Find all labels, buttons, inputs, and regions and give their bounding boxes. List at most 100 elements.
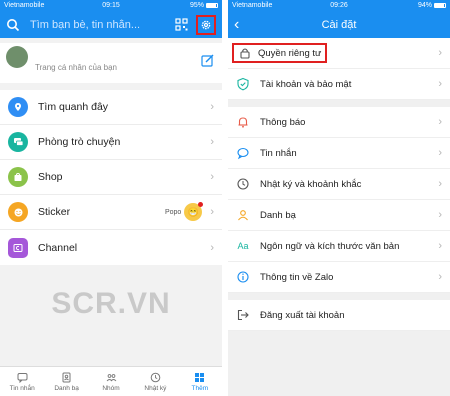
settings-item-timeline[interactable]: Nhật ký và khoảnh khắc › bbox=[228, 169, 450, 200]
tab-timeline[interactable]: Nhật ký bbox=[133, 367, 177, 396]
lock-icon bbox=[240, 48, 250, 59]
settings-group-account: Quyền riêng tư › Tài khoản và bảo mật › bbox=[228, 38, 450, 100]
tab-label: Tin nhắn bbox=[9, 384, 35, 392]
settings-item-logout[interactable]: Đăng xuất tài khoản bbox=[228, 300, 450, 331]
info-icon bbox=[237, 271, 249, 283]
more-menu-list: Tìm quanh đây › Phòng trò chuyện › Shop … bbox=[0, 90, 222, 265]
settings-item-label: Đăng xuất tài khoản bbox=[260, 309, 345, 321]
settings-item-label: Nhật ký và khoảnh khắc bbox=[260, 178, 362, 190]
page-title: Cài đặt bbox=[321, 18, 357, 31]
settings-item-privacy[interactable]: Quyền riêng tư › bbox=[228, 38, 450, 69]
settings-item-label: Thông tin về Zalo bbox=[260, 271, 334, 283]
grid-icon bbox=[195, 372, 205, 382]
gear-icon bbox=[201, 20, 211, 29]
menu-item-label: Shop bbox=[38, 171, 63, 183]
status-bar: Vietnamobile 09:15 95% bbox=[0, 0, 222, 11]
avatar[interactable] bbox=[6, 46, 28, 68]
settings-item-account-security[interactable]: Tài khoản và bảo mật › bbox=[228, 69, 450, 100]
watermark: SCR.VN bbox=[51, 287, 171, 320]
settings-item-notifications[interactable]: Thông báo › bbox=[228, 107, 450, 138]
tab-messages[interactable]: Tin nhắn bbox=[0, 367, 44, 396]
chevron-right-icon: › bbox=[438, 209, 442, 221]
menu-item-nearby[interactable]: Tìm quanh đây › bbox=[0, 90, 222, 125]
menu-item-label: Channel bbox=[38, 241, 78, 254]
chevron-right-icon: › bbox=[210, 171, 214, 183]
settings-item-label: Ngôn ngữ và kích thước văn bản bbox=[260, 240, 400, 252]
privacy-highlight-box[interactable]: Quyền riêng tư bbox=[232, 43, 328, 63]
menu-item-label: Tìm quanh đây bbox=[38, 101, 109, 113]
settings-group-logout: Đăng xuất tài khoản bbox=[228, 300, 450, 331]
chevron-right-icon: › bbox=[210, 206, 214, 218]
clock-icon bbox=[150, 372, 161, 382]
clock-time: 09:26 bbox=[330, 2, 348, 9]
chevron-right-icon: › bbox=[210, 136, 214, 148]
sticker-badge-label: Popo bbox=[164, 208, 182, 216]
chevron-right-icon: › bbox=[438, 78, 442, 90]
settings-item-label: Tin nhắn bbox=[260, 147, 297, 159]
search-icon[interactable] bbox=[6, 18, 20, 32]
tab-groups[interactable]: Nhóm bbox=[89, 367, 133, 396]
settings-item-about[interactable]: Thông tin về Zalo › bbox=[228, 262, 450, 293]
shield-icon bbox=[237, 77, 249, 91]
settings-item-label: Tài khoản và bảo mật bbox=[260, 78, 352, 90]
settings-item-contacts[interactable]: Danh bạ › bbox=[228, 200, 450, 231]
tab-label: Nhật ký bbox=[144, 384, 167, 392]
tab-label: Nhóm bbox=[102, 384, 120, 392]
sticker-icon bbox=[8, 202, 28, 222]
bell-icon bbox=[238, 117, 248, 128]
menu-item-label: Phòng trò chuyện bbox=[38, 136, 121, 148]
chevron-right-icon: › bbox=[438, 240, 442, 252]
message-icon bbox=[17, 372, 28, 383]
battery-icon bbox=[206, 3, 218, 8]
bottom-tab-bar: Tin nhắn Danh bạ Nhóm Nhật ký Thêm bbox=[0, 366, 222, 396]
settings-item-label: Thông báo bbox=[260, 116, 306, 128]
chat-icon bbox=[237, 147, 249, 160]
status-bar: Vietnamobile 09:26 94% bbox=[228, 0, 450, 11]
menu-item-label: Sticker bbox=[38, 206, 71, 218]
menu-item-chat-rooms[interactable]: Phòng trò chuyện › bbox=[0, 125, 222, 160]
search-input[interactable]: Tìm bạn bè, tin nhắn... bbox=[30, 19, 175, 31]
clock-time: 09:15 bbox=[102, 2, 120, 9]
logout-icon bbox=[237, 309, 249, 321]
menu-item-channel[interactable]: Channel › bbox=[0, 230, 222, 265]
settings-item-label: Danh bạ bbox=[260, 209, 296, 221]
chevron-right-icon: › bbox=[438, 271, 442, 283]
settings-item-language[interactable]: Aa Ngôn ngữ và kích thước văn bản › bbox=[228, 231, 450, 262]
tab-contacts[interactable]: Danh bạ bbox=[44, 367, 88, 396]
right-phone-screen: Vietnamobile 09:26 94% ‹ Cài đặt Quyền r… bbox=[228, 0, 450, 396]
sticker-preview-icon: 😁 bbox=[184, 202, 204, 221]
settings-item-messages[interactable]: Tin nhắn › bbox=[228, 138, 450, 169]
settings-item-label: Quyền riêng tư bbox=[258, 47, 322, 59]
search-header: Tìm bạn bè, tin nhắn... bbox=[0, 11, 222, 38]
menu-item-shop[interactable]: Shop › bbox=[0, 160, 222, 195]
settings-button[interactable] bbox=[196, 14, 216, 35]
chevron-right-icon: › bbox=[438, 147, 442, 159]
edit-icon[interactable] bbox=[201, 54, 214, 67]
language-icon: Aa bbox=[237, 241, 249, 251]
left-phone-screen: Vietnamobile 09:15 95% Tìm bạn bè, tin n… bbox=[0, 0, 222, 396]
menu-item-sticker[interactable]: Sticker Popo 😁 › bbox=[0, 195, 222, 230]
chevron-right-icon: › bbox=[438, 178, 442, 190]
chevron-right-icon: › bbox=[210, 101, 214, 113]
profile-row[interactable]: Trang cá nhân của bạn bbox=[0, 43, 222, 83]
clock-icon bbox=[237, 178, 249, 190]
new-dot-icon bbox=[198, 202, 204, 207]
chevron-right-icon: › bbox=[210, 241, 214, 254]
section-divider bbox=[228, 100, 450, 107]
profile-caption: Trang cá nhân của bạn bbox=[35, 63, 117, 72]
group-icon bbox=[106, 373, 116, 381]
qr-code-icon[interactable] bbox=[175, 18, 188, 31]
chevron-right-icon: › bbox=[438, 47, 442, 59]
settings-group-general: Thông báo › Tin nhắn › Nhật ký và khoảnh… bbox=[228, 107, 450, 293]
settings-header: ‹ Cài đặt bbox=[228, 11, 450, 38]
tab-label: Thêm bbox=[191, 384, 209, 392]
tab-label: Danh bạ bbox=[54, 384, 79, 392]
shop-icon bbox=[8, 167, 28, 187]
channel-icon bbox=[8, 237, 28, 258]
battery-icon bbox=[434, 3, 446, 8]
location-icon bbox=[8, 97, 28, 117]
section-divider bbox=[228, 293, 450, 300]
chevron-right-icon: › bbox=[438, 116, 442, 128]
contacts-icon bbox=[62, 372, 71, 382]
tab-more[interactable]: Thêm bbox=[178, 367, 222, 396]
